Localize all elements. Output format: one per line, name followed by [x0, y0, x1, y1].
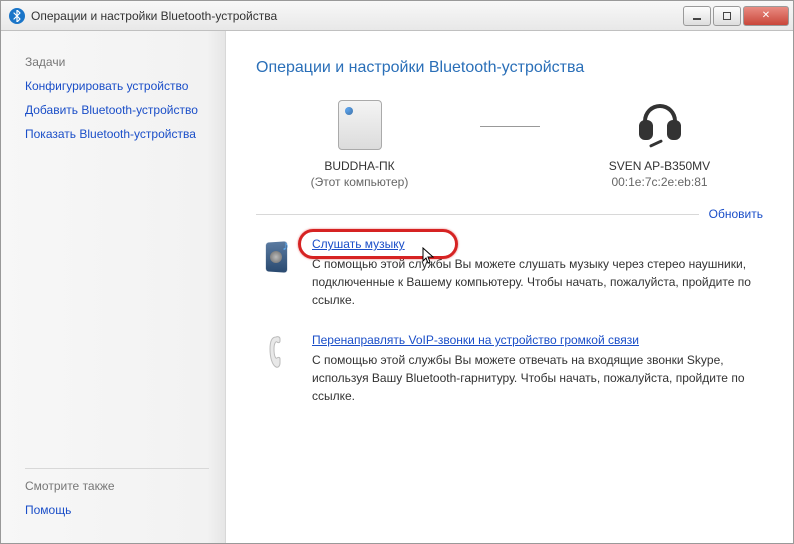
bluetooth-icon	[9, 8, 25, 24]
service-voip-desc: С помощью этой службы Вы можете отвечать…	[312, 351, 763, 405]
service-listen-music: ♪ Слушать музыку С помощью этой службы В…	[256, 237, 763, 309]
refresh-link[interactable]: Обновить	[709, 207, 763, 221]
page-title: Операции и настройки Bluetooth-устройств…	[256, 59, 763, 77]
service-voip-link[interactable]: Перенаправлять VoIP-звонки на устройство…	[312, 333, 639, 347]
window-controls: ✕	[683, 6, 789, 26]
sidebar-see-also-header: Смотрите также	[25, 479, 209, 493]
service-voip: Перенаправлять VoIP-звонки на устройство…	[256, 333, 763, 405]
phone-icon	[262, 335, 290, 376]
local-device: BUDDHA-ПК (Этот компьютер)	[280, 97, 440, 189]
main-panel: Операции и настройки Bluetooth-устройств…	[226, 31, 793, 543]
sidebar-link-show-devices[interactable]: Показать Bluetooth-устройства	[25, 127, 209, 141]
sidebar-divider	[25, 468, 209, 469]
device-connection-line	[480, 121, 540, 131]
speaker-icon: ♪	[258, 239, 294, 275]
remote-device-mac: 00:1e:7c:2e:eb:81	[580, 175, 740, 189]
sidebar-link-configure[interactable]: Конфигурировать устройство	[25, 79, 209, 93]
separator-line	[256, 214, 699, 215]
service-music-desc: С помощью этой службы Вы можете слушать …	[312, 255, 763, 309]
sidebar: Задачи Конфигурировать устройство Добави…	[1, 31, 226, 543]
sidebar-tasks-header: Задачи	[25, 55, 209, 69]
remote-device-name: SVEN AP-B350MV	[580, 159, 740, 173]
titlebar: Операции и настройки Bluetooth-устройств…	[1, 1, 793, 31]
local-device-sub: (Этот компьютер)	[280, 175, 440, 189]
close-button[interactable]: ✕	[743, 6, 789, 26]
computer-icon	[338, 100, 382, 150]
sidebar-link-help[interactable]: Помощь	[25, 503, 209, 517]
minimize-button[interactable]	[683, 6, 711, 26]
maximize-button[interactable]	[713, 6, 741, 26]
local-device-name: BUDDHA-ПК	[280, 159, 440, 173]
service-music-title: Слушать музыку	[312, 237, 405, 251]
headset-icon	[635, 100, 685, 150]
remote-device: SVEN AP-B350MV 00:1e:7c:2e:eb:81	[580, 97, 740, 189]
window-title: Операции и настройки Bluetooth-устройств…	[31, 9, 683, 23]
window-body: Задачи Конфигурировать устройство Добави…	[1, 31, 793, 543]
refresh-row: Обновить	[256, 207, 763, 221]
sidebar-link-add-device[interactable]: Добавить Bluetooth-устройство	[25, 103, 209, 117]
service-music-link[interactable]: Слушать музыку	[312, 237, 405, 251]
window-root: Операции и настройки Bluetooth-устройств…	[1, 1, 793, 543]
device-pair-row: BUDDHA-ПК (Этот компьютер) SVEN AP-B350M…	[256, 97, 763, 189]
